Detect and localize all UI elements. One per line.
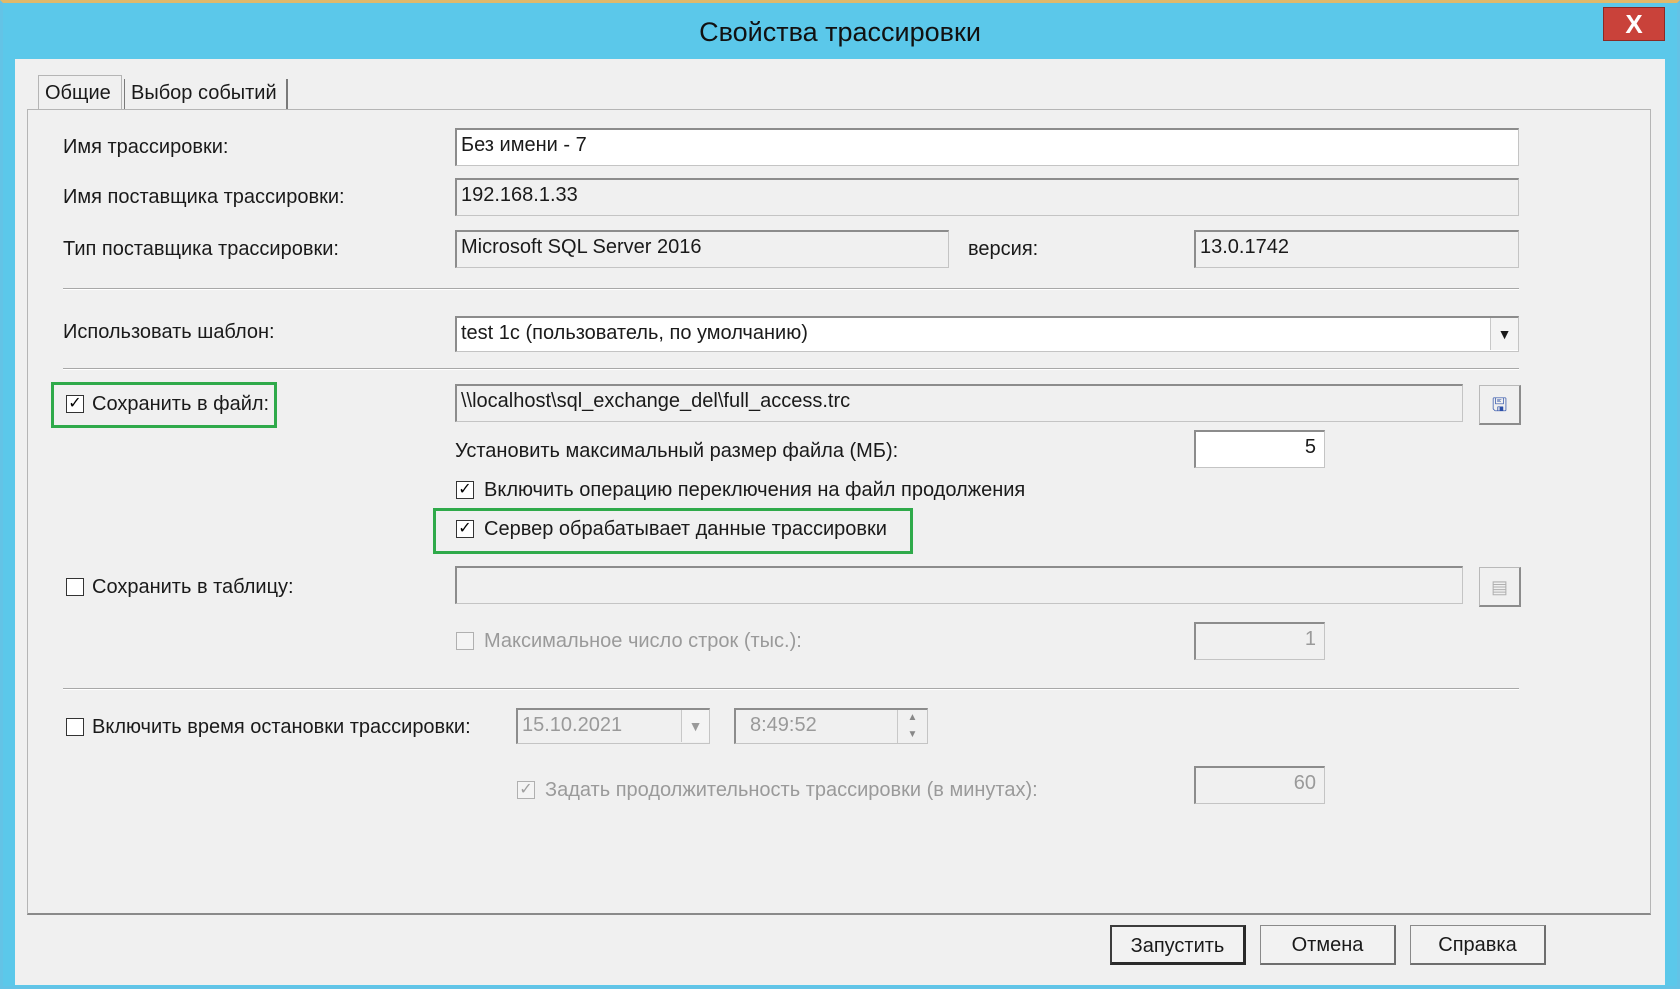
template-label: Использовать шаблон: xyxy=(63,321,275,343)
stop-date-value: 15.10.2021 xyxy=(522,714,623,736)
button-bar: Запустить Отмена Справка xyxy=(1110,925,1650,967)
stop-time-checkbox[interactable] xyxy=(66,718,84,736)
save-to-table-checkbox[interactable] xyxy=(66,578,84,596)
separator xyxy=(63,288,1519,290)
save-file-icon[interactable]: 🖫 xyxy=(1479,385,1521,425)
stop-date-picker: 15.10.2021 ▼ xyxy=(516,708,710,744)
dialog-window: Свойства трассировки X Общие Выбор событ… xyxy=(0,0,1680,989)
save-to-file-checkbox[interactable]: ✓ xyxy=(66,395,84,413)
server-processes-checkbox[interactable]: ✓ xyxy=(456,520,474,538)
template-select[interactable]: test 1c (пользователь, по умолчанию) ▼ xyxy=(455,316,1519,352)
separator xyxy=(63,368,1519,370)
tab-events-selection[interactable]: Выбор событий xyxy=(124,79,288,109)
enable-rollover-label: Включить операцию переключения на файл п… xyxy=(484,479,1026,501)
save-to-table-label: Сохранить в таблицу: xyxy=(92,576,294,598)
trace-name-input[interactable]: Без имени - 7 xyxy=(455,128,1519,166)
server-processes-label: Сервер обрабатывает данные трассировки xyxy=(484,518,887,540)
trace-name-label: Имя трассировки: xyxy=(63,136,229,158)
version-field: 13.0.1742 xyxy=(1194,230,1519,268)
stop-time-label: Включить время остановки трассировки: xyxy=(92,716,471,738)
enable-rollover-checkbox[interactable]: ✓ xyxy=(456,481,474,499)
help-button[interactable]: Справка xyxy=(1410,925,1546,965)
provider-name-field: 192.168.1.33 xyxy=(455,178,1519,216)
general-tab-panel: Имя трассировки: Без имени - 7 Имя поста… xyxy=(27,109,1651,915)
chevron-down-icon: ▼ xyxy=(681,710,709,742)
spin-up-icon: ▲ xyxy=(907,712,918,723)
provider-type-field: Microsoft SQL Server 2016 xyxy=(455,230,949,268)
version-label: версия: xyxy=(968,238,1039,260)
table-icon: ▤ xyxy=(1479,567,1521,607)
max-file-size-input[interactable]: 5 xyxy=(1194,430,1325,468)
duration-label: Задать продолжительность трассировки (в … xyxy=(545,779,1038,801)
duration-field: 60 xyxy=(1194,766,1325,804)
time-spinner: ▲ ▼ xyxy=(897,710,927,743)
tab-general[interactable]: Общие xyxy=(38,75,122,109)
cancel-button[interactable]: Отмена xyxy=(1260,925,1396,965)
run-button[interactable]: Запустить xyxy=(1110,925,1246,965)
save-file-path-field[interactable]: \\localhost\sql_exchange_del\full_access… xyxy=(455,384,1463,422)
close-button[interactable]: X xyxy=(1603,7,1665,41)
spin-down-icon: ▼ xyxy=(907,728,918,740)
duration-checkbox: ✓ xyxy=(517,781,535,799)
stop-time-picker: 8:49:52 ▲ ▼ xyxy=(734,708,928,744)
separator xyxy=(63,688,1519,690)
max-rows-label: Максимальное число строк (тыс.): xyxy=(484,630,802,652)
max-rows-checkbox xyxy=(456,632,474,650)
title-bar[interactable]: Свойства трассировки X xyxy=(3,3,1677,59)
dialog-title: Свойства трассировки xyxy=(699,17,981,47)
save-to-file-label: Сохранить в файл: xyxy=(92,393,270,415)
provider-type-label: Тип поставщика трассировки: xyxy=(63,238,339,260)
dialog-client: Общие Выбор событий Имя трассировки: Без… xyxy=(15,59,1665,985)
chevron-down-icon[interactable]: ▼ xyxy=(1490,318,1518,350)
max-rows-field: 1 xyxy=(1194,622,1325,660)
stop-time-value: 8:49:52 xyxy=(750,714,817,736)
save-table-field xyxy=(455,566,1463,604)
template-select-value: test 1c (пользователь, по умолчанию) xyxy=(461,322,808,344)
provider-name-label: Имя поставщика трассировки: xyxy=(63,186,345,208)
max-file-size-label: Установить максимальный размер файла (МБ… xyxy=(455,440,899,462)
